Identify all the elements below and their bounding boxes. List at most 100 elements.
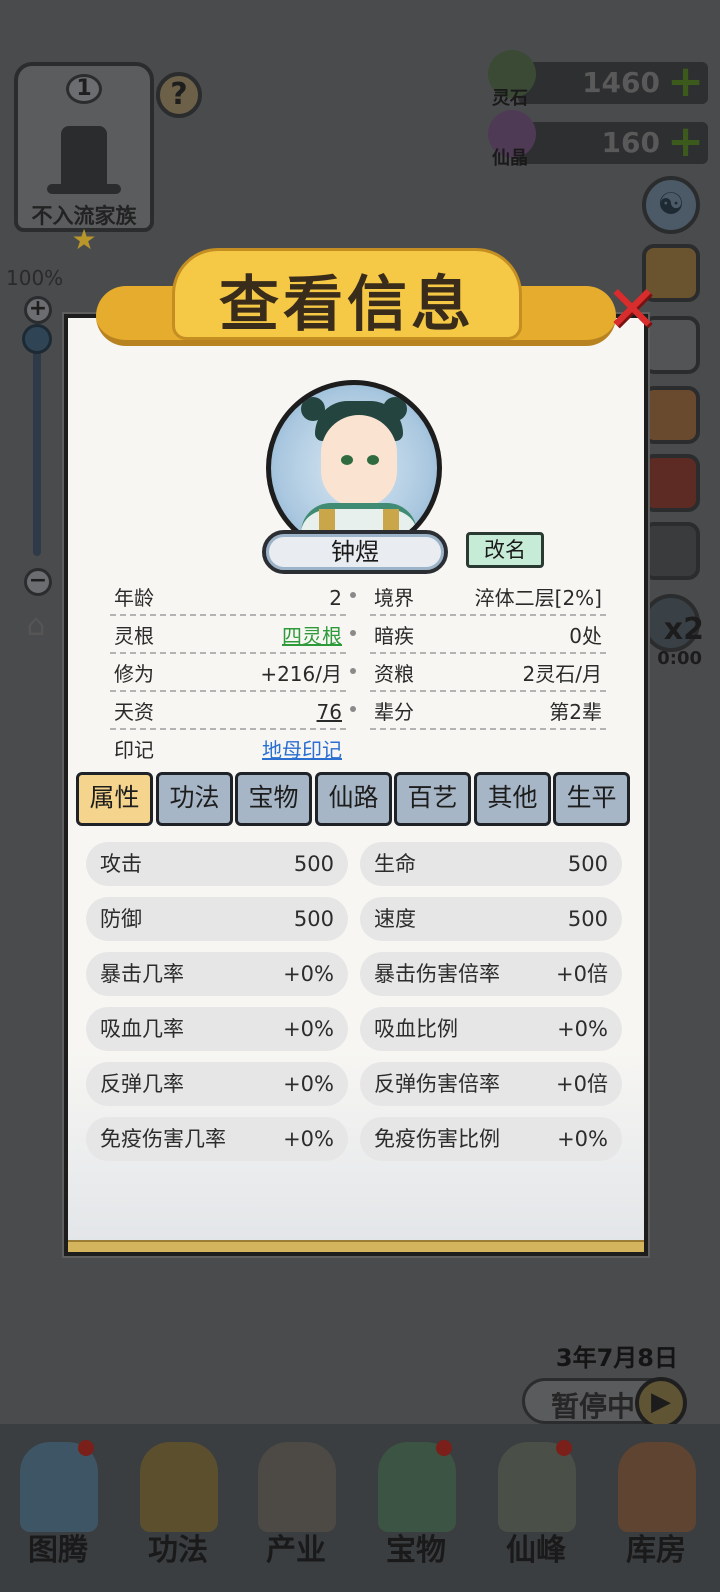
info-row: 天资 76 辈分 第2辈 bbox=[104, 694, 612, 732]
tab-biography[interactable]: 生平 bbox=[553, 772, 630, 826]
stat-key: 暴击几率 bbox=[100, 962, 184, 986]
stat-reflect-rate: 反弹几率 +0% bbox=[86, 1062, 348, 1106]
speed-multiplier: x2 bbox=[663, 612, 704, 647]
stat-immune-rate: 免疫伤害几率 +0% bbox=[86, 1117, 348, 1161]
locked-feature-icon[interactable] bbox=[642, 522, 700, 580]
character-name: 钟煜 bbox=[262, 530, 448, 574]
stat-crit-rate: 暴击几率 +0% bbox=[86, 952, 348, 996]
info-key: 灵根 bbox=[114, 624, 154, 648]
family-rank: 1 bbox=[66, 74, 102, 104]
stat-lifesteal-ratio: 吸血比例 +0% bbox=[360, 1007, 622, 1051]
play-icon[interactable]: ▶ bbox=[635, 1377, 687, 1429]
stat-immune-ratio: 免疫伤害比例 +0% bbox=[360, 1117, 622, 1161]
nav-label: 库房 bbox=[626, 1533, 686, 1568]
family-badge[interactable]: 1 不入流家族 ★ bbox=[14, 62, 154, 254]
nav-label: 图腾 bbox=[28, 1533, 88, 1568]
stat-value: 500 bbox=[567, 907, 608, 931]
stat-value: +0% bbox=[557, 1017, 608, 1041]
info-row: 印记 地母印记 bbox=[104, 732, 612, 770]
stat-row: 暴击几率 +0% 暴击伤害倍率 +0倍 bbox=[86, 952, 626, 1007]
nav-label: 功法 bbox=[148, 1533, 208, 1568]
stat-value: +0% bbox=[557, 1127, 608, 1151]
nav-totem[interactable]: 图腾 bbox=[2, 1434, 114, 1584]
info-ailment: 暗疾 0处 bbox=[370, 618, 606, 654]
info-key: 年龄 bbox=[114, 586, 154, 610]
notification-dot bbox=[78, 1440, 94, 1456]
nav-peak[interactable]: 仙峰 bbox=[480, 1434, 592, 1584]
question-mark-icon[interactable]: ? bbox=[156, 72, 202, 118]
spirit-root-link[interactable]: 四灵根 bbox=[282, 618, 342, 654]
face bbox=[321, 415, 397, 507]
industry-icon bbox=[258, 1442, 336, 1532]
add-spirit-stone-button[interactable]: + bbox=[667, 58, 704, 106]
stat-reflect-damage: 反弹伤害倍率 +0倍 bbox=[360, 1062, 622, 1106]
mark-link[interactable]: 地母印记 bbox=[262, 732, 342, 768]
stat-key: 免疫伤害比例 bbox=[374, 1127, 500, 1151]
info-talent: 天资 76 bbox=[110, 694, 346, 730]
nav-storehouse[interactable]: 库房 bbox=[600, 1434, 712, 1584]
notification-dot bbox=[436, 1440, 452, 1456]
close-icon[interactable]: ✕ bbox=[604, 278, 660, 342]
info-age: 年龄 2 bbox=[110, 580, 346, 616]
technique-icon bbox=[140, 1442, 218, 1532]
info-value: 第2辈 bbox=[549, 700, 602, 724]
info-generation: 辈分 第2辈 bbox=[370, 694, 606, 730]
tab-immortal-path[interactable]: 仙路 bbox=[315, 772, 392, 826]
family-hat-icon bbox=[47, 126, 121, 194]
zoom-percent: 100% bbox=[6, 266, 64, 290]
character-info: 年龄 2 境界 淬体二层[2%] 灵根 四灵根 暗疾 0处 修为 +216/月 … bbox=[104, 580, 612, 770]
stat-key: 免疫伤害几率 bbox=[100, 1127, 226, 1151]
pause-button[interactable]: 暂停中 ▶ bbox=[522, 1377, 687, 1429]
stat-crit-damage: 暴击伤害倍率 +0倍 bbox=[360, 952, 622, 996]
stat-lifesteal-rate: 吸血几率 +0% bbox=[86, 1007, 348, 1051]
nav-industry[interactable]: 产业 bbox=[240, 1434, 352, 1584]
book-icon[interactable] bbox=[642, 454, 700, 512]
zoom-in-button[interactable]: + bbox=[24, 296, 52, 324]
stat-value: +0倍 bbox=[556, 1072, 608, 1096]
currency-label: 仙晶 bbox=[492, 148, 528, 169]
notification-dot bbox=[556, 1440, 572, 1456]
stat-row: 防御 500 速度 500 bbox=[86, 897, 626, 952]
settings-gear-icon[interactable]: ☯ bbox=[642, 176, 700, 234]
stat-key: 反弹伤害倍率 bbox=[374, 1072, 500, 1096]
add-immortal-crystal-button[interactable]: + bbox=[667, 118, 704, 166]
stat-value: 500 bbox=[567, 852, 608, 876]
info-key: 修为 bbox=[114, 662, 154, 686]
zoom-slider-handle[interactable] bbox=[22, 324, 52, 354]
info-key: 境界 bbox=[374, 586, 414, 610]
talent-link[interactable]: 76 bbox=[317, 694, 342, 730]
info-value: 0处 bbox=[569, 624, 602, 648]
stat-key: 暴击伤害倍率 bbox=[374, 962, 500, 986]
nav-label: 宝物 bbox=[386, 1533, 446, 1568]
tab-arts[interactable]: 百艺 bbox=[394, 772, 471, 826]
rename-button[interactable]: 改名 bbox=[466, 532, 544, 568]
nav-technique[interactable]: 功法 bbox=[122, 1434, 234, 1584]
dialog-title: 查看信息 bbox=[219, 270, 475, 340]
info-key: 暗疾 bbox=[374, 624, 414, 648]
zoom-slider[interactable] bbox=[33, 330, 41, 556]
stat-row: 免疫伤害几率 +0% 免疫伤害比例 +0% bbox=[86, 1117, 626, 1172]
stat-row: 吸血几率 +0% 吸血比例 +0% bbox=[86, 1007, 626, 1062]
tab-other[interactable]: 其他 bbox=[474, 772, 551, 826]
tab-techniques[interactable]: 功法 bbox=[156, 772, 233, 826]
stat-key: 反弹几率 bbox=[100, 1072, 184, 1096]
location-pin-icon[interactable]: ⌂ bbox=[18, 608, 54, 648]
currency-value: 1460 bbox=[582, 66, 660, 99]
tab-attributes[interactable]: 属性 bbox=[76, 772, 153, 826]
bag-icon[interactable] bbox=[642, 386, 700, 444]
separator-dot bbox=[350, 592, 356, 598]
separator-dot bbox=[350, 668, 356, 674]
immortal-crystal-counter: 仙晶 160 + bbox=[488, 110, 708, 169]
tab-treasures[interactable]: 宝物 bbox=[235, 772, 312, 826]
info-mark: 印记 地母印记 bbox=[110, 732, 346, 768]
info-spirit-root: 灵根 四灵根 bbox=[110, 618, 346, 654]
stat-value: 500 bbox=[293, 907, 334, 931]
stat-defense: 防御 500 bbox=[86, 897, 348, 941]
info-realm: 境界 淬体二层[2%] bbox=[370, 580, 606, 616]
eye bbox=[367, 455, 379, 465]
info-row: 灵根 四灵根 暗疾 0处 bbox=[104, 618, 612, 656]
currency-value: 160 bbox=[601, 126, 660, 159]
zoom-out-button[interactable]: − bbox=[24, 568, 52, 596]
nav-treasure[interactable]: 宝物 bbox=[360, 1434, 472, 1584]
stat-speed: 速度 500 bbox=[360, 897, 622, 941]
